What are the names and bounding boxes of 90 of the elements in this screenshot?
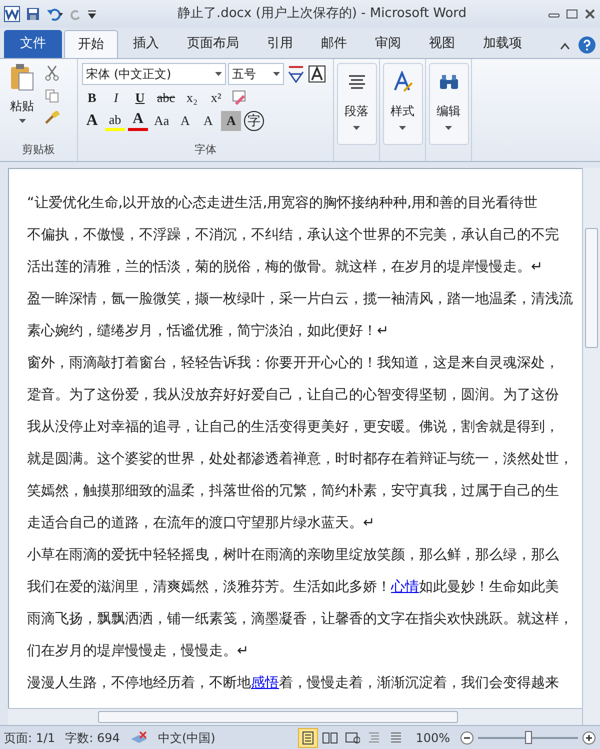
proofing-icon[interactable] <box>130 730 148 744</box>
format-button[interactable]: A <box>221 111 242 131</box>
document-text: 盈一眸深情，氤一脸微笑，撷一枚绿叶，采一片白云，揽一袖清风，踏一地温柔，清浅流 <box>27 290 573 309</box>
zoom-out-icon[interactable] <box>460 730 474 744</box>
ribbon-tab[interactable]: 邮件 <box>308 30 360 58</box>
document-text: 窗外，雨滴敲打着窗台，轻轻告诉我：你要开开心心的！我知道，这是来自灵魂深处， <box>27 354 559 373</box>
save-icon[interactable] <box>26 7 40 21</box>
ribbon-group-button[interactable]: 段落 <box>336 63 376 145</box>
customize-icon[interactable] <box>88 9 96 19</box>
format-button[interactable]: ab <box>105 111 125 131</box>
window-title: 静止了.docx (用户上次保存的) - Microsoft Word <box>176 5 468 24</box>
format-button[interactable]: B <box>82 88 102 108</box>
ribbon-tab[interactable]: 加载项 <box>470 30 535 58</box>
group-label: 字体 <box>194 142 218 158</box>
hyperlink[interactable]: 感悟 <box>251 673 279 693</box>
document-text: 走适合自己的道路，在流年的渡口守望那片绿水蓝天。↵ <box>27 514 375 533</box>
ribbon-tab[interactable]: 插入 <box>120 30 172 58</box>
paste-button[interactable]: 粘贴 <box>0 59 44 142</box>
caret-icon <box>215 72 222 76</box>
document-text: 小草在雨滴的爱抚中轻轻摇曳，树叶在雨滴的亲吻里绽放笑颜，那么鲜，那么绿，那么 <box>27 546 559 565</box>
zoom-slider-thumb[interactable] <box>525 730 532 744</box>
zoom-in-icon[interactable] <box>582 730 596 744</box>
phonetic-icon[interactable] <box>286 64 306 84</box>
format-button[interactable]: x₂ <box>182 88 202 108</box>
format-button[interactable]: x² <box>206 88 226 108</box>
web-view-icon <box>344 730 360 746</box>
document-text: 雨滴飞扬，飘飘洒洒，铺一纸素笺，滴墨凝香，让馨香的文字在指尖欢快跳跃。就这样， <box>27 610 573 629</box>
format-button[interactable]: A <box>82 111 102 131</box>
styles-icon <box>392 71 414 93</box>
document-text: 笑嫣然，触摸那细致的温柔，抖落世俗的冗繁，简约朴素，安守真我，过属于自己的生 <box>27 482 559 501</box>
document-text: 如此曼妙！生命如此美 <box>419 578 559 597</box>
word-logo-icon <box>4 6 20 22</box>
document-text: 们在岁月的堤岸慢慢走，慢慢走。↵ <box>27 642 249 661</box>
format-button[interactable]: A <box>128 111 148 131</box>
copy-icon[interactable] <box>45 89 59 103</box>
zoom-level[interactable]: 100% <box>416 728 450 746</box>
close-icon[interactable] <box>584 9 596 19</box>
print-view-icon <box>300 730 316 746</box>
view-button[interactable] <box>298 728 318 748</box>
char-border-icon[interactable] <box>308 65 326 83</box>
caret-icon <box>445 126 452 130</box>
format-button[interactable]: A <box>175 111 196 131</box>
document-text: “让爱优化生命,以开放的心态走进生活,用宽容的胸怀接纳种种,用和善的目光看待世 <box>27 194 538 213</box>
brush-icon[interactable] <box>44 111 60 125</box>
page-count[interactable]: 页面: 1/1 <box>4 728 56 746</box>
align-icon <box>348 75 366 89</box>
ribbon-tab[interactable]: 文件 <box>4 30 62 58</box>
help-icon[interactable] <box>578 36 596 54</box>
format-button[interactable]: 字 <box>244 111 264 131</box>
collapse-ribbon-icon[interactable] <box>560 42 570 50</box>
maximize-icon[interactable] <box>566 9 578 19</box>
hyperlink[interactable]: 心情 <box>391 577 419 597</box>
word-count[interactable]: 字数: 694 <box>65 728 120 746</box>
group-label: 剪贴板 <box>21 142 56 158</box>
format-button[interactable]: U <box>130 88 150 108</box>
format-button[interactable]: abc <box>154 88 178 108</box>
font-size-field[interactable]: 五号 <box>228 63 284 85</box>
font-name-field[interactable]: 宋体 (中文正文) <box>82 63 226 85</box>
clear-format-icon[interactable] <box>230 90 248 106</box>
scissors-icon[interactable] <box>45 65 59 81</box>
document-text: 着，慢慢走着，渐渐沉淀着，我们会变得越来 <box>279 674 559 693</box>
document-text: 就是圆满。这个婆娑的世界，处处都渗透着禅意，时时都存在着辩证与统一，淡然处世， <box>27 450 573 469</box>
ribbon-group-button[interactable]: 样式 <box>382 63 422 145</box>
caret-icon <box>353 126 360 130</box>
clipboard-icon <box>9 63 35 91</box>
read-view-icon <box>322 730 338 746</box>
undo-icon[interactable] <box>46 7 64 21</box>
ribbon-group-button[interactable]: 编辑 <box>428 63 468 145</box>
document-text: 跫音。为了这份爱，我从没放弃好好爱自己，让自己的心智变得坚韧，圆润。为了这份 <box>27 386 559 405</box>
document-text: 不偏执，不傲慢，不浮躁，不消沉，不纠结，承认这个世界的不完美，承认自己的不完 <box>27 226 559 245</box>
format-button[interactable]: I <box>106 88 126 108</box>
ribbon-tab[interactable]: 页面布局 <box>174 30 252 58</box>
horizontal-scrollbar[interactable] <box>8 708 582 725</box>
ribbon-tab[interactable]: 视图 <box>416 30 468 58</box>
ribbon-tab[interactable]: 开始 <box>64 30 118 58</box>
ribbon-tab[interactable]: 审阅 <box>362 30 414 58</box>
caret-icon <box>273 72 280 76</box>
document-text: 素心婉约，缱绻岁月，恬谧优雅，简宁淡泊，如此便好！↵ <box>27 322 389 341</box>
language-indicator[interactable]: 中文(中国) <box>158 728 216 746</box>
vertical-scrollbar[interactable] <box>582 168 600 725</box>
format-button[interactable]: A <box>198 111 218 131</box>
document-text: 我们在爱的滋润里，清爽嫣然，淡雅芬芳。生活如此多娇！ <box>27 578 391 597</box>
document-text: 我从没停止对幸福的追寻，让自己的生活变得更美好，更安暖。佛说，割舍就是得到， <box>27 418 559 437</box>
document-text: 漫漫人生路，不停地经历着，不断地 <box>27 674 251 693</box>
caret-icon <box>399 126 406 130</box>
document-text: 活出莲的清雅，兰的恬淡，菊的脱俗，梅的傲骨。就这样，在岁月的堤岸慢慢走。↵ <box>27 258 543 277</box>
binoculars-icon <box>438 74 458 90</box>
ribbon-tab[interactable]: 引用 <box>254 30 306 58</box>
caret-icon <box>18 119 26 123</box>
format-button[interactable]: Aa <box>151 111 172 131</box>
